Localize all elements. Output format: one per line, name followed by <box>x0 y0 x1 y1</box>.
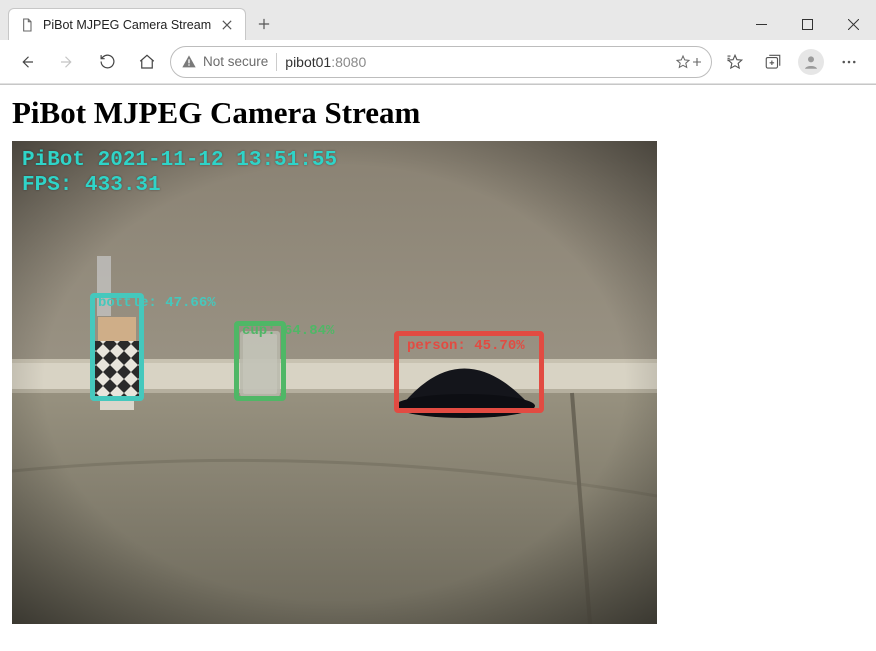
tab-close-button[interactable] <box>219 17 235 33</box>
detection-label-cup: cup: 64.84% <box>242 323 334 339</box>
detection-box-person: person: 45.70% <box>394 331 544 413</box>
refresh-button[interactable] <box>90 45 124 79</box>
back-button[interactable] <box>10 45 44 79</box>
address-separator <box>276 53 277 71</box>
url-text: pibot01:8080 <box>285 54 366 70</box>
new-tab-button[interactable] <box>250 10 278 38</box>
titlebar: PiBot MJPEG Camera Stream <box>0 0 876 40</box>
detection-label-bottle: bottle: 47.66% <box>98 295 216 311</box>
page-title: PiBot MJPEG Camera Stream <box>12 95 864 131</box>
security-label: Not secure <box>203 54 268 69</box>
camera-stream: PiBot 2021-11-12 13:51:55 FPS: 433.31 bo… <box>12 141 657 624</box>
toolbar-right <box>718 45 866 79</box>
window-controls <box>738 8 876 40</box>
forward-button[interactable] <box>50 45 84 79</box>
warning-icon <box>181 54 197 70</box>
profile-button[interactable] <box>794 45 828 79</box>
star-icon <box>675 54 691 70</box>
window-maximize-button[interactable] <box>784 8 830 40</box>
address-bar[interactable]: Not secure pibot01:8080 <box>170 46 712 78</box>
tab-strip: PiBot MJPEG Camera Stream <box>8 0 738 40</box>
plus-icon <box>693 58 701 66</box>
star-lines-icon <box>726 53 744 71</box>
window-close-button[interactable] <box>830 8 876 40</box>
more-button[interactable] <box>832 45 866 79</box>
detection-box-bottle: bottle: 47.66% <box>90 293 144 401</box>
page-icon <box>19 17 35 33</box>
ellipsis-icon <box>840 53 858 71</box>
browser-tab[interactable]: PiBot MJPEG Camera Stream <box>8 8 246 40</box>
window-minimize-button[interactable] <box>738 8 784 40</box>
security-indicator[interactable]: Not secure <box>181 54 268 70</box>
avatar-icon <box>798 49 824 75</box>
detection-label-person: person: 45.70% <box>407 338 525 354</box>
stream-overlay-text: PiBot 2021-11-12 13:51:55 FPS: 433.31 <box>22 149 337 199</box>
home-button[interactable] <box>130 45 164 79</box>
favorites-button[interactable] <box>718 45 752 79</box>
url-host: pibot01 <box>285 54 331 70</box>
favorite-button[interactable] <box>675 54 701 70</box>
detection-box-cup: cup: 64.84% <box>234 321 286 401</box>
url-port: :8080 <box>331 54 366 70</box>
collections-icon <box>764 53 782 71</box>
toolbar: Not secure pibot01:8080 <box>0 40 876 84</box>
collections-button[interactable] <box>756 45 790 79</box>
tab-title: PiBot MJPEG Camera Stream <box>43 18 211 32</box>
browser-chrome: PiBot MJPEG Camera Stream <box>0 0 876 85</box>
page-content: PiBot MJPEG Camera Stream <box>0 85 876 634</box>
